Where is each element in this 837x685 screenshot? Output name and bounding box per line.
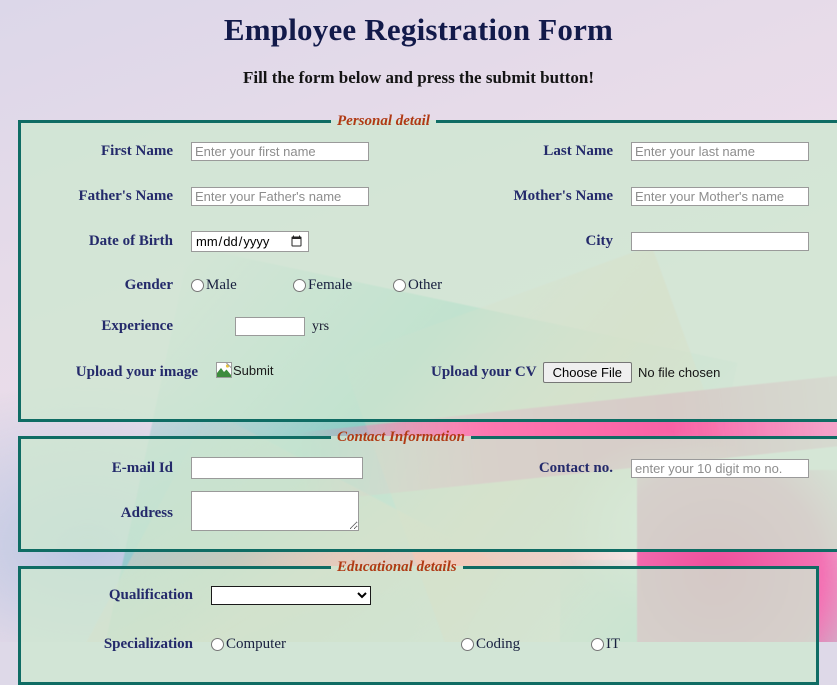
- mothers-name-input[interactable]: [631, 187, 809, 206]
- broken-image-icon: [216, 362, 232, 378]
- field-address: [191, 491, 421, 536]
- label-specialization: Specialization: [103, 636, 193, 652]
- broken-image-alt-text: Submit: [233, 362, 274, 378]
- last-name-input[interactable]: [631, 142, 809, 161]
- field-mothers-name: [631, 187, 837, 206]
- field-last-name: [631, 142, 837, 161]
- label-qualification: Qualification: [108, 587, 193, 603]
- specialization-radio-coding[interactable]: [461, 638, 474, 651]
- label-mothers-name: Mother's Name: [513, 188, 613, 204]
- label-gender: Gender: [124, 277, 173, 293]
- gender-label-female: Female: [308, 277, 353, 293]
- gender-label-male: Male: [206, 277, 237, 293]
- contact-no-input[interactable]: [631, 458, 809, 478]
- date-of-birth-input[interactable]: [191, 231, 309, 252]
- specialization-radio-it[interactable]: [591, 638, 604, 651]
- field-contact-no: [631, 458, 837, 478]
- row-experience: Experience yrs: [21, 317, 837, 336]
- gender-option-female[interactable]: Female: [293, 277, 393, 294]
- gender-radio-male[interactable]: [191, 279, 204, 292]
- row-uploads: Upload your image Submit Upload your CV …: [21, 362, 837, 383]
- field-gender: Male Female Other: [191, 277, 791, 294]
- legend-educational-details: Educational details: [337, 559, 457, 575]
- experience-unit-label: yrs: [312, 318, 330, 334]
- specialization-label-it: IT: [606, 636, 621, 652]
- row-gender: Gender Male Female Other: [21, 277, 837, 294]
- label-last-name: Last Name: [543, 143, 613, 159]
- legend-personal-detail: Personal detail: [337, 113, 430, 129]
- field-upload-cv: Upload your CV Choose File No file chose…: [431, 362, 720, 383]
- field-qualification: [211, 586, 811, 605]
- fathers-name-input[interactable]: [191, 187, 369, 206]
- row-email-contact: E-mail Id Contact no.: [21, 457, 837, 479]
- field-experience: yrs: [191, 317, 791, 336]
- gender-label-other: Other: [408, 277, 443, 293]
- field-fathers-name: [191, 187, 421, 206]
- field-date-of-birth: [191, 231, 421, 252]
- specialization-option-it[interactable]: IT: [591, 636, 620, 653]
- label-upload-cv: Upload your CV: [431, 364, 537, 380]
- gender-radio-female[interactable]: [293, 279, 306, 292]
- email-input[interactable]: [191, 457, 363, 479]
- row-qualification: Qualification: [21, 586, 816, 605]
- specialization-label-coding: Coding: [476, 636, 521, 652]
- label-fathers-name: Father's Name: [78, 188, 173, 204]
- label-email: E-mail Id: [111, 459, 173, 476]
- row-names: First Name Last Name: [21, 142, 837, 161]
- field-city: [631, 232, 837, 251]
- choose-file-button[interactable]: Choose File: [542, 362, 632, 383]
- field-upload-image: Submit: [216, 362, 431, 383]
- gender-option-male[interactable]: Male: [191, 277, 293, 294]
- gender-radio-other[interactable]: [393, 279, 406, 292]
- address-textarea[interactable]: [191, 491, 359, 531]
- label-city: City: [585, 233, 614, 249]
- row-specialization: Specialization Computer Coding IT: [21, 636, 816, 653]
- field-first-name: [191, 142, 421, 161]
- file-chosen-status: No file chosen: [637, 365, 721, 380]
- page-subtitle: Fill the form below and press the submit…: [242, 68, 595, 87]
- row-dob-city: Date of Birth City: [21, 231, 837, 252]
- label-address: Address: [120, 505, 173, 521]
- specialization-option-computer[interactable]: Computer: [211, 636, 461, 653]
- broken-image-placeholder[interactable]: Submit: [216, 362, 273, 378]
- first-name-input[interactable]: [191, 142, 369, 161]
- section-contact-information: Contact Information E-mail Id Contact no…: [18, 429, 837, 552]
- specialization-option-coding[interactable]: Coding: [461, 636, 591, 653]
- field-email: [191, 457, 421, 479]
- row-parent-names: Father's Name Mother's Name: [21, 187, 837, 206]
- label-upload-image: Upload your image: [75, 364, 198, 380]
- gender-option-other[interactable]: Other: [393, 277, 442, 294]
- field-specialization: Computer Coding IT: [211, 636, 811, 653]
- section-personal-detail: Personal detail First Name Last Name Fat…: [18, 113, 837, 422]
- qualification-select[interactable]: [211, 586, 371, 605]
- row-address: Address: [21, 491, 837, 536]
- section-educational-details: Educational details Qualification Specia…: [18, 559, 819, 685]
- label-experience: Experience: [101, 318, 173, 334]
- cv-file-input[interactable]: Choose File No file chosen: [542, 362, 721, 383]
- gender-radio-group: Male Female Other: [191, 277, 791, 294]
- experience-input[interactable]: [235, 317, 305, 336]
- legend-contact-information: Contact Information: [337, 429, 465, 445]
- label-date-of-birth: Date of Birth: [88, 233, 173, 249]
- page-title: Employee Registration Form: [223, 12, 614, 47]
- city-input[interactable]: [631, 232, 809, 251]
- specialization-radio-computer[interactable]: [211, 638, 224, 651]
- label-contact-no: Contact no.: [538, 459, 613, 476]
- specialization-label-computer: Computer: [226, 636, 286, 652]
- label-first-name: First Name: [100, 143, 173, 159]
